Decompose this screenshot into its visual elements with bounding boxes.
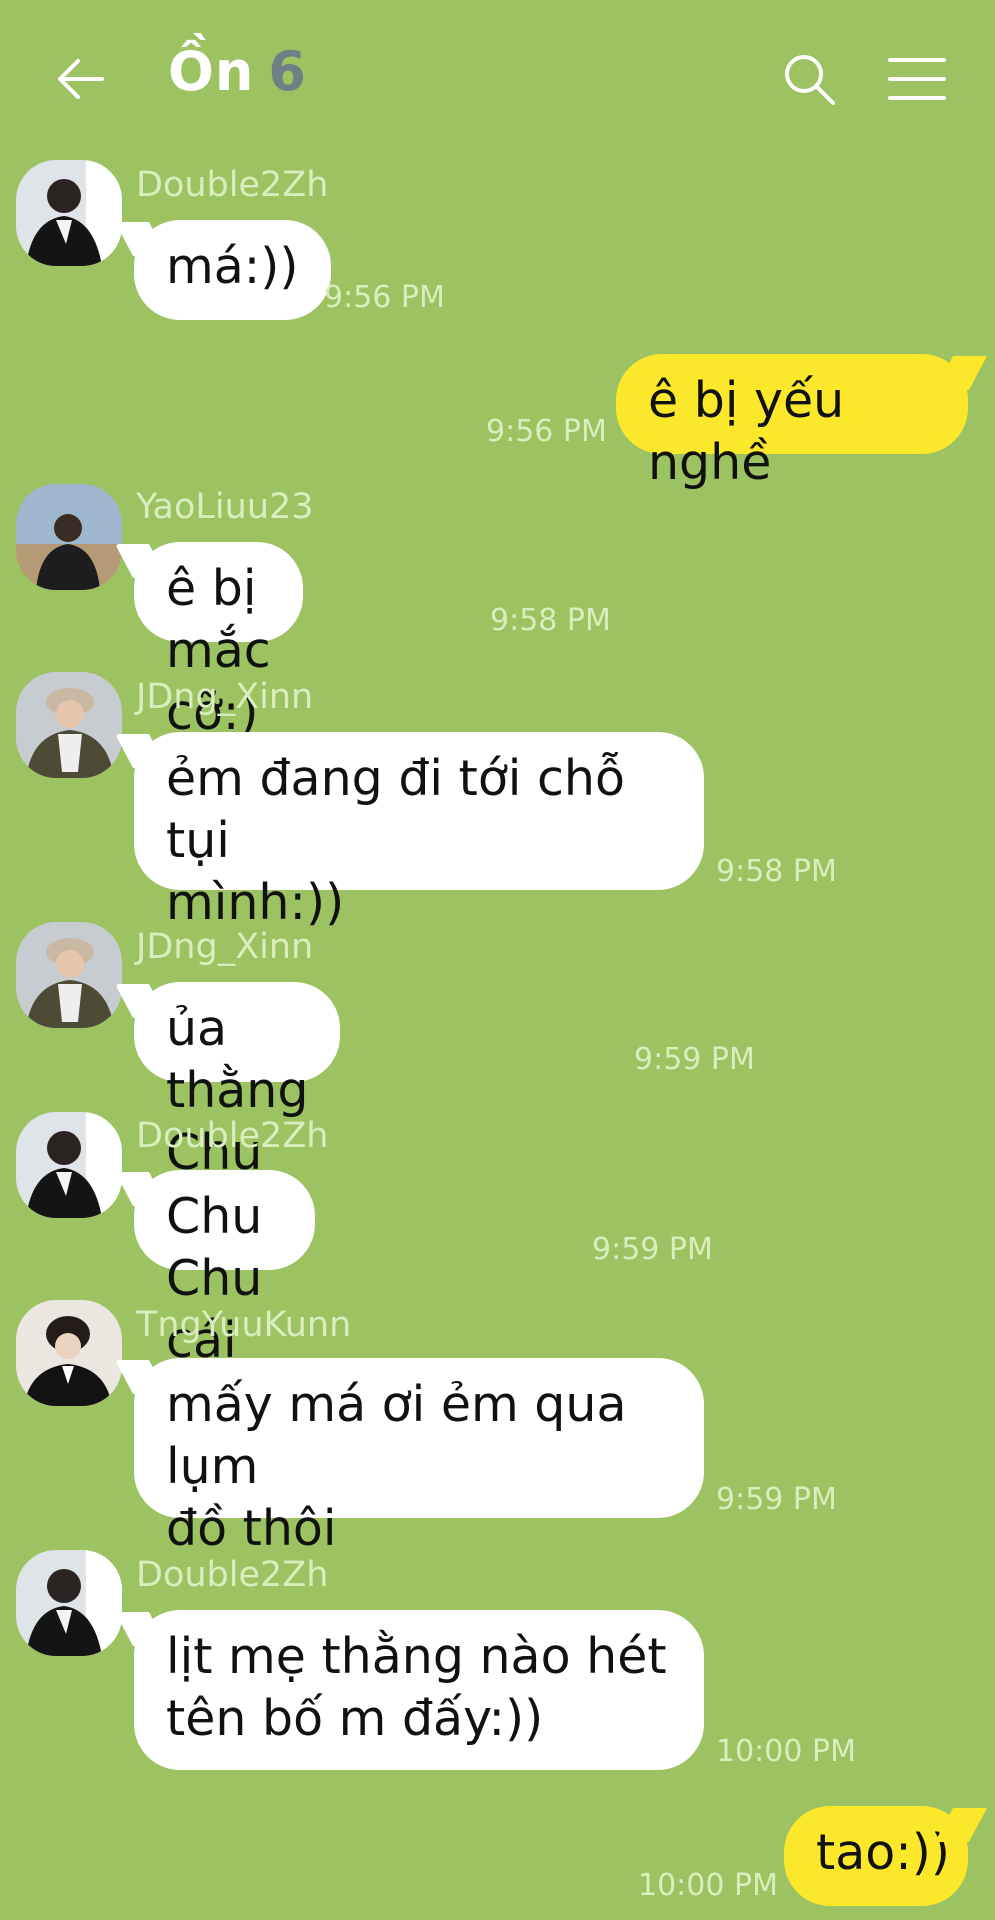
group-name: Ồn — [168, 40, 255, 103]
sender-name: YaoLiuu23 — [136, 487, 314, 527]
message-time: 10:00 PM — [716, 1734, 856, 1769]
message-time: 9:59 PM — [592, 1232, 713, 1267]
message-bubble[interactable]: má:)) — [134, 220, 331, 320]
avatar[interactable] — [16, 484, 122, 590]
avatar[interactable] — [16, 922, 122, 1028]
avatar[interactable] — [16, 1300, 122, 1406]
sender-name: Double2Zh — [136, 1116, 329, 1156]
back-arrow-icon[interactable] — [52, 55, 108, 103]
avatar[interactable] — [16, 160, 122, 266]
sender-name: Double2Zh — [136, 165, 329, 205]
chat-title: Ồn 6 — [168, 40, 307, 103]
message-bubble[interactable]: tao:)) — [784, 1806, 968, 1906]
message-time: 9:59 PM — [634, 1042, 755, 1077]
chat-header: Ồn 6 — [0, 0, 995, 160]
member-count: 6 — [268, 40, 307, 103]
sender-name: Double2Zh — [136, 1555, 329, 1595]
avatar[interactable] — [16, 1550, 122, 1656]
message-bubble[interactable]: ẻm đang đi tới chỗ tụi mình:)) — [134, 732, 704, 931]
avatar[interactable] — [16, 1112, 122, 1218]
hamburger-menu-icon[interactable] — [888, 56, 946, 102]
sender-name: TngYuuKunn — [136, 1305, 352, 1345]
message-time: 10:00 PM — [638, 1868, 778, 1903]
message-bubble[interactable]: ê bị mắc cỡ:) — [134, 542, 303, 741]
sender-name: JDng_Xinn — [136, 927, 314, 967]
message-bubble[interactable]: Chu Chu cái qq:)) — [134, 1170, 315, 1431]
message-bubble[interactable]: ê bị yếu nghề — [616, 354, 968, 491]
search-icon[interactable] — [780, 50, 838, 108]
message-time: 9:56 PM — [486, 414, 607, 449]
message-bubble[interactable]: ủa thằng Chu đâu:) — [134, 982, 341, 1243]
avatar[interactable] — [16, 672, 122, 778]
sender-name: JDng_Xinn — [136, 677, 314, 717]
message-time: 9:58 PM — [716, 854, 837, 889]
message-time: 9:58 PM — [490, 603, 611, 638]
message-time: 9:59 PM — [716, 1482, 837, 1517]
message-bubble[interactable]: lịt mẹ thằng nào hét tên bố m đấy:)) — [134, 1610, 704, 1770]
message-bubble[interactable]: mấy má ơi ẻm qua lụm đồ thôi — [134, 1358, 704, 1557]
message-time: 9:56 PM — [324, 280, 445, 315]
